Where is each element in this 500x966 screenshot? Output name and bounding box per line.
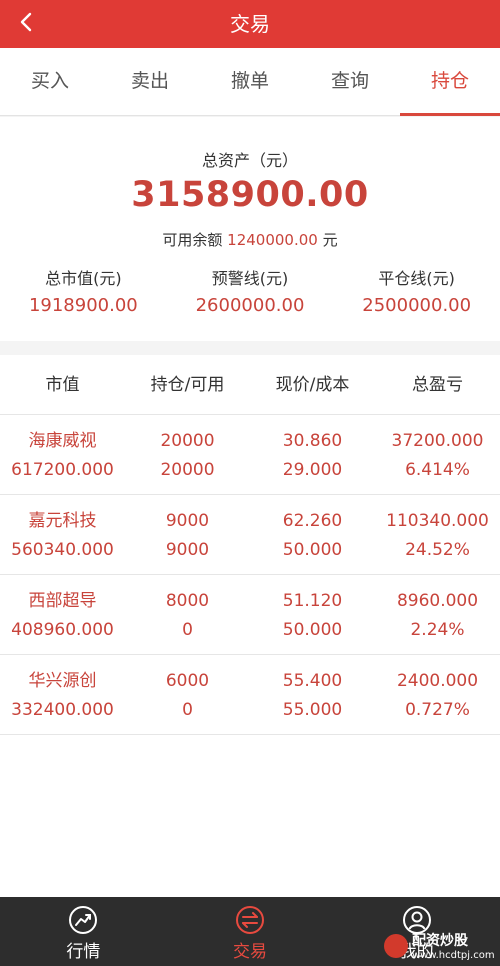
cost-price: 29.000 [282, 460, 343, 480]
current-price: 55.400 [282, 671, 343, 691]
cell-name-value: 西部超导 408960.000 [0, 587, 125, 654]
cost-price: 55.000 [282, 700, 343, 720]
stat-market-value: 总市值(元) 1918900.00 [0, 267, 167, 321]
pnl-percent: 6.414% [405, 460, 470, 480]
available: 0 [182, 620, 193, 640]
stat-value: 2600000.00 [195, 295, 305, 316]
current-price: 30.860 [282, 431, 343, 451]
holding: 6000 [165, 671, 210, 691]
column-header-price: 现价/成本 [275, 375, 350, 395]
market-value: 332400.000 [11, 700, 114, 720]
cost-price: 50.000 [282, 620, 343, 640]
available-balance-unit: 元 [322, 231, 338, 249]
table-row[interactable]: 海康威视 617200.000 20000 20000 30.860 29.00… [0, 415, 500, 495]
total-assets-value: 3158900.00 [131, 175, 369, 215]
asset-stats: 总市值(元) 1918900.00 预警线(元) 2600000.00 平仓线(… [0, 267, 500, 321]
tab-sell[interactable]: 卖出 [100, 48, 200, 115]
market-value: 617200.000 [11, 460, 114, 480]
top-bar: 交易 [0, 0, 500, 48]
tab-cancel-order[interactable]: 撤单 [200, 48, 300, 115]
exchange-icon [235, 905, 265, 935]
cell-name-value: 海康威视 617200.000 [0, 427, 125, 494]
total-pnl: 37200.000 [391, 431, 484, 451]
stat-label: 总市值(元) [45, 269, 122, 288]
cell-holding: 8000 0 [125, 587, 250, 654]
positions-table: 市值 持仓/可用 现价/成本 总盈亏 海康威视 617200.000 20000… [0, 355, 500, 897]
stock-name: 嘉元科技 [28, 511, 97, 531]
cell-price: 30.860 29.000 [250, 427, 375, 494]
cell-pnl: 2400.000 0.727% [375, 667, 500, 734]
market-value: 560340.000 [11, 540, 114, 560]
current-price: 51.120 [282, 591, 343, 611]
total-pnl: 2400.000 [396, 671, 479, 691]
cell-pnl: 8960.000 2.24% [375, 587, 500, 654]
stat-liquidation-line: 平仓线(元) 2500000.00 [333, 267, 500, 321]
watermark-logo-icon [384, 934, 408, 958]
column-header-market-value: 市值 [45, 375, 80, 395]
nav-market[interactable]: 行情 [0, 897, 167, 966]
pnl-percent: 24.52% [405, 540, 470, 560]
available-balance: 可用余额 1240000.00 元 [0, 229, 500, 250]
cell-pnl: 110340.000 24.52% [375, 507, 500, 574]
stat-label: 平仓线(元) [378, 269, 455, 288]
table-header: 市值 持仓/可用 现价/成本 总盈亏 [0, 355, 500, 415]
trade-tabs: 买入 卖出 撤单 查询 持仓 [0, 48, 500, 116]
nav-trade[interactable]: 交易 [167, 897, 334, 966]
stat-warning-line: 预警线(元) 2600000.00 [167, 267, 334, 321]
stock-name: 华兴源创 [28, 671, 97, 691]
cell-pnl: 37200.000 6.414% [375, 427, 500, 494]
holding: 9000 [165, 511, 210, 531]
asset-summary: 总资产（元） 3158900.00 可用余额 1240000.00 元 总市值(… [0, 117, 500, 341]
current-price: 62.260 [282, 511, 343, 531]
available-balance-amount: 1240000.00 [227, 231, 318, 249]
stat-value: 2500000.00 [362, 295, 472, 316]
total-pnl: 8960.000 [396, 591, 479, 611]
cell-name-value: 嘉元科技 560340.000 [0, 507, 125, 574]
pnl-percent: 0.727% [405, 700, 470, 720]
cell-price: 62.260 50.000 [250, 507, 375, 574]
cell-holding: 9000 9000 [125, 507, 250, 574]
stat-value: 1918900.00 [28, 295, 138, 316]
cell-name-value: 华兴源创 332400.000 [0, 667, 125, 734]
total-pnl: 110340.000 [386, 511, 489, 531]
cell-price: 51.120 50.000 [250, 587, 375, 654]
tab-query[interactable]: 查询 [300, 48, 400, 115]
table-row[interactable]: 嘉元科技 560340.000 9000 9000 62.260 50.000 … [0, 495, 500, 575]
available: 20000 [160, 460, 215, 480]
page-title: 交易 [230, 12, 270, 36]
holding: 20000 [160, 431, 215, 451]
stat-label: 预警线(元) [211, 269, 289, 288]
stock-name: 西部超导 [28, 591, 97, 611]
column-header-holding: 持仓/可用 [150, 375, 225, 395]
total-assets-label: 总资产（元） [201, 151, 298, 170]
watermark-text: 配资炒股 [412, 933, 468, 949]
cell-holding: 20000 20000 [125, 427, 250, 494]
nav-label: 行情 [66, 942, 101, 962]
holding: 8000 [165, 591, 210, 611]
cell-price: 55.400 55.000 [250, 667, 375, 734]
pnl-percent: 2.24% [410, 620, 465, 640]
available: 0 [182, 700, 193, 720]
table-row[interactable]: 华兴源创 332400.000 6000 0 55.400 55.000 240… [0, 655, 500, 735]
chart-trend-icon [68, 905, 98, 935]
nav-label: 交易 [233, 942, 267, 962]
market-value: 408960.000 [11, 620, 114, 640]
available-balance-label: 可用余额 [162, 231, 223, 249]
tab-positions[interactable]: 持仓 [400, 48, 500, 116]
tab-buy[interactable]: 买入 [0, 48, 100, 115]
available: 9000 [165, 540, 210, 560]
stock-name: 海康威视 [28, 431, 97, 451]
cell-holding: 6000 0 [125, 667, 250, 734]
table-row[interactable]: 西部超导 408960.000 8000 0 51.120 50.000 896… [0, 575, 500, 655]
watermark: 配资炒股 www.hcdtpj.com [380, 928, 500, 966]
cost-price: 50.000 [282, 540, 343, 560]
column-header-pnl: 总盈亏 [412, 375, 463, 395]
watermark-url: www.hcdtpj.com [412, 950, 495, 961]
